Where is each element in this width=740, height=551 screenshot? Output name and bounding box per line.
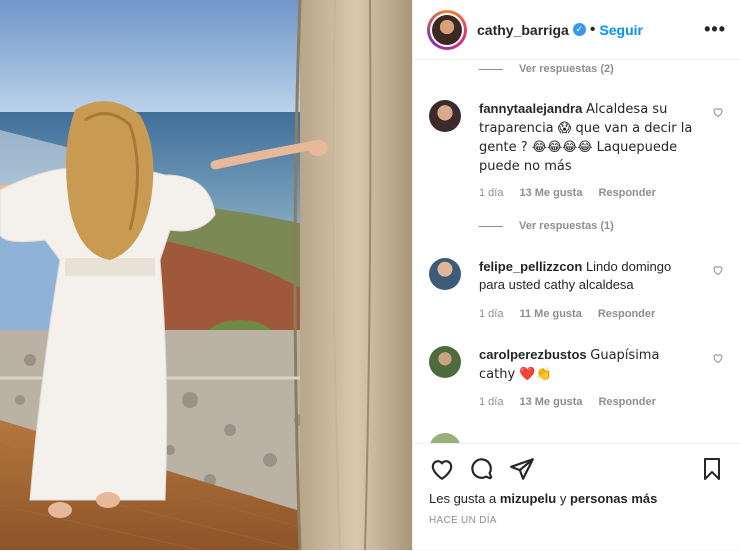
view-replies-link[interactable]: Ver respuestas (2) — [479, 63, 614, 75]
likes-summary: Les gusta a mizupelu y personas más — [429, 491, 658, 506]
comment-meta: 1 día 13 Me gusta Responder — [479, 396, 672, 408]
commenter-username[interactable]: carolperezbustos — [479, 347, 587, 362]
post-actions: Les gusta a mizupelu y personas más HACE… — [413, 443, 740, 551]
author-avatar[interactable] — [427, 9, 467, 50]
reply-button[interactable]: Responder — [598, 308, 655, 320]
comment-text: felipe_pellizzcon Lindo domingo para ust… — [479, 259, 672, 292]
separator-dot: • — [589, 20, 596, 38]
like-comment-heart-icon[interactable] — [712, 106, 724, 118]
post-photo[interactable] — [0, 0, 412, 550]
comments-list[interactable]: Ver respuestas (2) fannytaalejandra Alca… — [413, 60, 740, 443]
comment-likes[interactable]: 13 Me gusta — [519, 396, 582, 408]
reply-button[interactable]: Responder — [598, 396, 655, 408]
commenter-username[interactable]: felipe_pellizzcon — [479, 259, 582, 274]
commenter-avatar[interactable] — [429, 258, 461, 290]
like-heart-icon[interactable] — [429, 456, 455, 482]
save-bookmark-icon[interactable] — [700, 456, 724, 482]
post-header: cathy_barriga ✓ • Seguir ••• — [413, 0, 740, 60]
other-likers-link[interactable]: personas más — [570, 491, 657, 506]
instagram-post: cathy_barriga ✓ • Seguir ••• Ver respues… — [0, 0, 740, 550]
comment-time[interactable]: 1 día — [479, 396, 503, 408]
verified-badge-icon: ✓ — [572, 23, 586, 36]
commenter-avatar[interactable] — [429, 100, 461, 132]
comment-likes[interactable]: 11 Me gusta — [519, 308, 581, 320]
post-side-panel: cathy_barriga ✓ • Seguir ••• Ver respues… — [412, 0, 740, 550]
liked-by-username[interactable]: mizupelu — [500, 491, 556, 506]
comment-time[interactable]: 1 día — [479, 308, 503, 320]
comment-time[interactable]: 1 día — [479, 187, 503, 199]
post-time-ago[interactable]: HACE UN DÍA — [429, 515, 497, 526]
comment-text: carolperezbustos Guapísima cathy ❤️👏 — [479, 347, 660, 382]
author-username[interactable]: cathy_barriga — [477, 22, 569, 38]
comment-bubble-icon[interactable] — [469, 456, 495, 482]
commenter-avatar[interactable] — [429, 433, 461, 443]
like-comment-heart-icon[interactable] — [712, 264, 724, 276]
post-photo-illustration — [0, 0, 412, 550]
commenter-username[interactable]: fannytaalejandra — [479, 101, 582, 116]
like-comment-heart-icon[interactable] — [712, 352, 724, 364]
more-options-icon[interactable]: ••• — [704, 19, 726, 40]
comment-meta: 1 día 13 Me gusta Responder — [479, 187, 672, 199]
view-replies-link[interactable]: Ver respuestas (1) — [479, 220, 614, 232]
comment-item: felipe_pellizzcon Lindo domingo para ust… — [429, 258, 724, 328]
comment-text: fannytaalejandra Alcaldesa su traparenci… — [479, 101, 693, 174]
comment-item: carolperezbustos Guapísima cathy ❤️👏 1 d… — [429, 346, 724, 416]
reply-button[interactable]: Responder — [598, 187, 655, 199]
share-paper-plane-icon[interactable] — [509, 456, 535, 482]
comment-meta: 1 día 11 Me gusta Responder — [479, 308, 671, 320]
comment-likes[interactable]: 13 Me gusta — [519, 187, 582, 199]
commenter-avatar[interactable] — [429, 346, 461, 378]
follow-button[interactable]: Seguir — [599, 22, 643, 38]
